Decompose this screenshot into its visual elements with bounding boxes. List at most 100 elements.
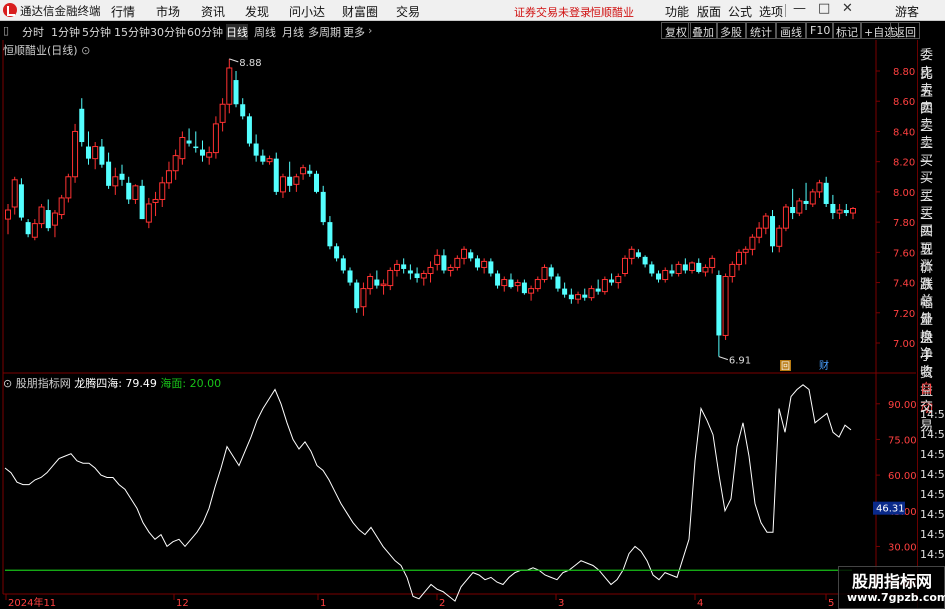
candle-body bbox=[132, 185, 139, 200]
chart-settings-icon[interactable]: ⊙ bbox=[81, 44, 90, 57]
chart-title-text: 恒顺醋业(日线) bbox=[3, 44, 78, 57]
candle-body bbox=[401, 264, 407, 269]
candle-body bbox=[521, 282, 527, 294]
candle-body bbox=[152, 198, 159, 203]
candle-body bbox=[735, 251, 742, 265]
low-marker-line bbox=[718, 356, 729, 361]
chart-area[interactable]: 8.80 8.60 8.40 8.20 8.00 7.80 7.60 7.40 7.20 7.00… bbox=[0, 0, 945, 609]
candle-body bbox=[11, 179, 18, 208]
candle-body bbox=[716, 275, 722, 336]
candle-body bbox=[635, 252, 641, 257]
price-axis-label: 8.80 bbox=[893, 67, 915, 78]
candle-body bbox=[414, 273, 420, 279]
candle-body bbox=[481, 260, 488, 268]
candle-body bbox=[528, 288, 535, 294]
candle-body bbox=[212, 123, 219, 154]
candle-body bbox=[447, 266, 454, 271]
date-axis-label: 2 bbox=[439, 598, 445, 609]
candle-body bbox=[106, 161, 112, 186]
candle-body bbox=[380, 283, 387, 287]
candle-body bbox=[139, 185, 145, 220]
indicator-axis-label: 90.00 bbox=[888, 400, 917, 411]
candle-body bbox=[696, 262, 702, 272]
chart-grid bbox=[2, 40, 916, 595]
candle-body bbox=[240, 104, 246, 117]
candle-body bbox=[374, 279, 380, 286]
time-cut-label: 14:5 bbox=[920, 428, 945, 441]
price-axis-label: 8.40 bbox=[893, 127, 915, 138]
candle-body bbox=[287, 176, 293, 186]
high-price-label: 8.88 bbox=[239, 58, 261, 69]
candle-body bbox=[159, 182, 166, 200]
candle-body bbox=[555, 276, 561, 289]
date-axis-label: 1 bbox=[320, 598, 326, 609]
candle-body bbox=[172, 155, 179, 172]
candle-body bbox=[722, 276, 729, 336]
candle-body bbox=[58, 197, 65, 216]
candle-body bbox=[253, 143, 259, 156]
candle-body bbox=[595, 288, 601, 292]
cursor-value-text: 46.31 bbox=[876, 504, 905, 515]
info-marker-text: 回 bbox=[781, 361, 790, 372]
candle-body bbox=[179, 136, 186, 160]
candle-body bbox=[501, 279, 508, 287]
price-axis-label: 7.60 bbox=[893, 248, 915, 259]
indicator-settings-icon[interactable]: ⊙ bbox=[3, 377, 16, 390]
candle-body bbox=[347, 270, 353, 283]
price-axis-label: 8.00 bbox=[893, 188, 915, 199]
candle-body bbox=[354, 282, 360, 309]
candle-body bbox=[186, 140, 192, 144]
candle-body bbox=[682, 264, 688, 271]
candle-body bbox=[206, 152, 213, 158]
app-window: 通达信金融终端 行情 市场 资讯 发现 问小达 财富圈 交易 证券交易未登录 恒… bbox=[0, 0, 945, 609]
indicator-sea-value: 海面: 20.00 bbox=[160, 377, 222, 390]
indicator-line-value: 龙腾四海: 79.49 bbox=[74, 377, 157, 390]
indicator-series bbox=[4, 384, 852, 602]
candle-body bbox=[656, 273, 662, 280]
candle-body bbox=[562, 288, 568, 295]
candle-body bbox=[407, 270, 413, 274]
candle-body bbox=[112, 176, 119, 187]
chart-axes: 8.80 8.60 8.40 8.20 8.00 7.80 7.60 7.40 7.20 7.00… bbox=[5, 58, 917, 609]
candle-body bbox=[662, 269, 669, 281]
candle-body bbox=[621, 257, 628, 274]
candle-body bbox=[279, 176, 286, 193]
date-axis-label: 5 bbox=[828, 598, 834, 609]
candle-body bbox=[300, 167, 307, 175]
time-cut-label: 14:5 bbox=[920, 468, 945, 481]
candle-body bbox=[790, 207, 796, 214]
candle-body bbox=[193, 146, 199, 149]
low-price-label: 6.91 bbox=[729, 356, 751, 367]
time-cut-label: 14:5 bbox=[920, 408, 945, 421]
indicator-name[interactable]: 股朋指标网 bbox=[16, 377, 71, 390]
price-axis-label: 8.20 bbox=[893, 158, 915, 169]
candle-body bbox=[360, 288, 367, 308]
candle-body bbox=[762, 215, 769, 229]
candle-body bbox=[5, 209, 11, 220]
candle-body bbox=[548, 267, 554, 277]
candle-body bbox=[226, 67, 233, 105]
candle-body bbox=[79, 108, 85, 143]
candle-body bbox=[233, 80, 239, 105]
candle-body bbox=[495, 273, 501, 286]
candle-body bbox=[850, 208, 856, 214]
candle-body bbox=[642, 256, 648, 265]
time-cut-label: 14:5 bbox=[920, 508, 945, 521]
candle-body bbox=[796, 200, 803, 214]
chart-title: 恒顺醋业(日线) ⊙ bbox=[3, 42, 90, 58]
candle-body bbox=[293, 176, 300, 185]
date-axis-label: 3 bbox=[558, 598, 564, 609]
candle-body bbox=[65, 176, 72, 199]
candle-body bbox=[649, 264, 655, 274]
candle-body bbox=[51, 212, 58, 226]
candle-body bbox=[367, 276, 374, 290]
watermark-title: 股朋指标网 bbox=[852, 572, 933, 591]
candle-body bbox=[340, 258, 346, 271]
indicator-title: ⊙ 股朋指标网 龙腾四海: 79.49 海面: 20.00 bbox=[3, 375, 221, 391]
candle-body bbox=[38, 206, 45, 225]
indicator-axis-label: 30.00 bbox=[888, 542, 917, 553]
candle-body bbox=[689, 262, 696, 271]
candle-body bbox=[609, 279, 615, 283]
candle-body bbox=[441, 255, 447, 271]
candle-body bbox=[420, 272, 427, 279]
